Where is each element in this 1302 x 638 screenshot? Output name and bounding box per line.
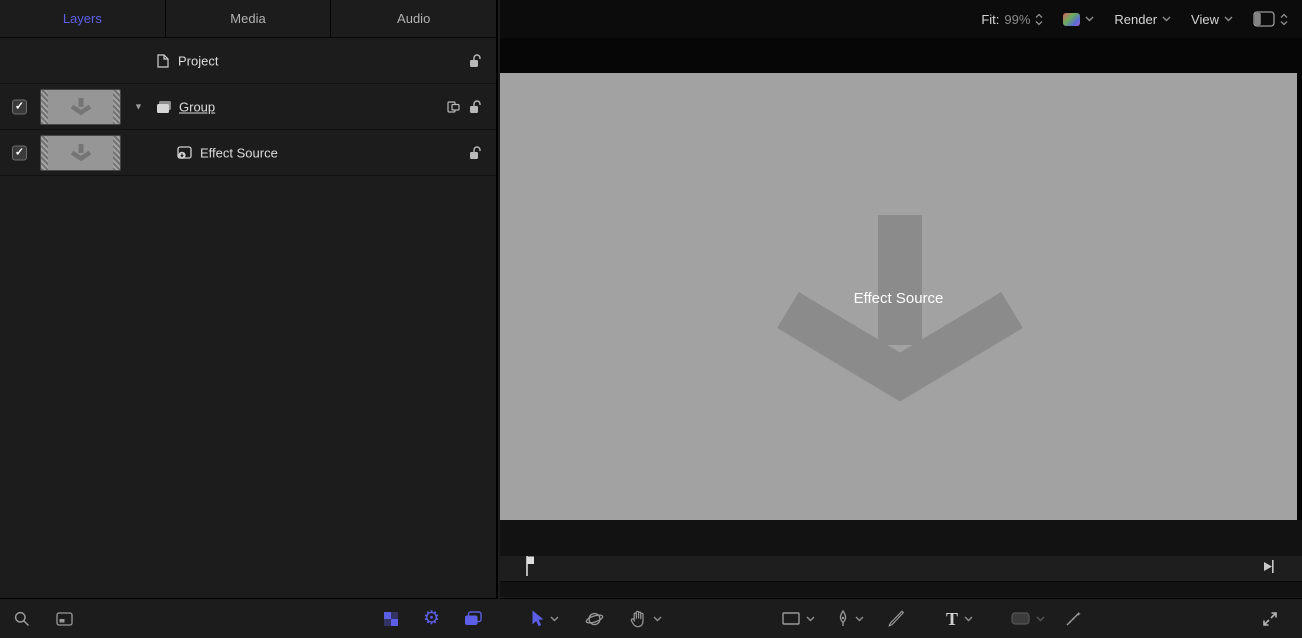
zoom-value: 99% [1004,12,1030,27]
expand-arrows-icon [1262,611,1278,627]
layers-panel-toolbar: ⚙ [0,598,498,638]
expand-viewer-button[interactable] [1262,611,1278,627]
mini-timeline[interactable] [500,520,1302,597]
chevron-down-icon [1085,16,1094,22]
timeline-end-marker[interactable] [1262,559,1274,574]
chevron-down-icon [1224,16,1233,22]
text-tool-icon: T [946,610,958,628]
orbit-icon [585,610,604,628]
tab-media[interactable]: Media [166,0,332,37]
paintbrush-icon [888,610,904,627]
document-icon [157,54,169,68]
3d-transform-tool[interactable] [585,610,604,628]
preview-column-icon[interactable] [56,612,73,626]
project-label: Project [178,53,218,68]
text-tool[interactable]: T [946,610,973,628]
rectangle-icon [782,612,800,625]
layers-list-icon[interactable] [464,611,482,626]
chevron-down-icon [1036,616,1045,622]
motion-window: Layers Media Audio Project ✓ [0,0,1302,638]
window-layout-control[interactable] [1253,11,1288,27]
effect-source-arrow-graphic[interactable] [770,215,1030,415]
layer-row-group[interactable]: ✓ ▼ Group [0,84,496,130]
render-label: Render [1114,12,1157,27]
window-layout-icon [1253,11,1275,27]
layer-row-project[interactable]: Project [0,38,496,84]
chevron-down-icon[interactable] [855,616,864,622]
chevron-down-icon[interactable] [964,616,973,622]
chevron-down-icon[interactable] [550,616,559,622]
transparency-checkerboard-icon[interactable] [383,611,399,627]
canvas-toolbar: T [500,598,1302,638]
layer-row-effect-source[interactable]: ✓ Effect Source [0,130,496,176]
pan-tool[interactable] [630,610,662,628]
image-layer-icon [177,146,192,160]
viewer-toolbar: Fit: 99% Render View [500,0,1302,38]
layers-panel: Layers Media Audio Project ✓ [0,0,498,638]
gear-icon[interactable]: ⚙ [423,609,440,628]
group-name[interactable]: Group [179,99,215,114]
canvas[interactable]: Effect Source [500,73,1297,520]
unlock-icon[interactable] [469,100,482,114]
timeline-start-marker[interactable] [524,554,536,578]
stepper-icon [1280,13,1288,26]
unlock-icon[interactable] [469,146,482,160]
view-label: View [1191,12,1219,27]
arrow-cursor-icon [530,610,544,627]
color-channels-icon [1063,13,1080,26]
group-badge-icon [447,101,460,113]
rounded-rect-mask-icon [1011,612,1030,625]
chevron-down-icon [1162,16,1171,22]
unlock-icon[interactable] [469,54,482,68]
canvas-effect-source-label: Effect Source [500,290,1297,307]
zoom-control[interactable]: Fit: 99% [981,12,1043,27]
disclosure-triangle[interactable]: ▼ [134,102,143,111]
group-icon [156,100,172,114]
paint-stroke-tool[interactable] [888,610,904,627]
group-activation-checkbox[interactable]: ✓ [12,99,27,114]
panel-tab-bar: Layers Media Audio [0,0,496,38]
layer-activation-checkbox[interactable]: ✓ [12,145,27,160]
select-transform-tool[interactable] [530,610,559,627]
canvas-background: Effect Source [500,38,1302,520]
chevron-down-icon[interactable] [653,616,662,622]
fit-label: Fit: [981,12,999,27]
particles-icon [1065,611,1082,627]
group-thumbnail[interactable] [40,89,121,125]
view-menu[interactable]: View [1191,12,1233,27]
effect-source-thumbnail[interactable] [40,135,121,171]
rectangle-shape-tool[interactable] [782,612,815,625]
render-menu[interactable]: Render [1114,12,1171,27]
tab-audio[interactable]: Audio [331,0,496,37]
make-particles-tool[interactable] [1065,611,1082,627]
hand-icon [630,610,647,628]
stepper-icon[interactable] [1035,13,1043,26]
tab-layers[interactable]: Layers [0,0,166,37]
bezier-tool[interactable] [837,610,864,627]
timeline-track[interactable] [500,556,1302,582]
pen-nib-icon [837,610,849,627]
chevron-down-icon[interactable] [806,616,815,622]
search-icon[interactable] [14,611,30,627]
mask-tool-disabled [1011,612,1045,625]
channels-menu[interactable] [1063,13,1094,26]
effect-source-name[interactable]: Effect Source [200,145,278,160]
